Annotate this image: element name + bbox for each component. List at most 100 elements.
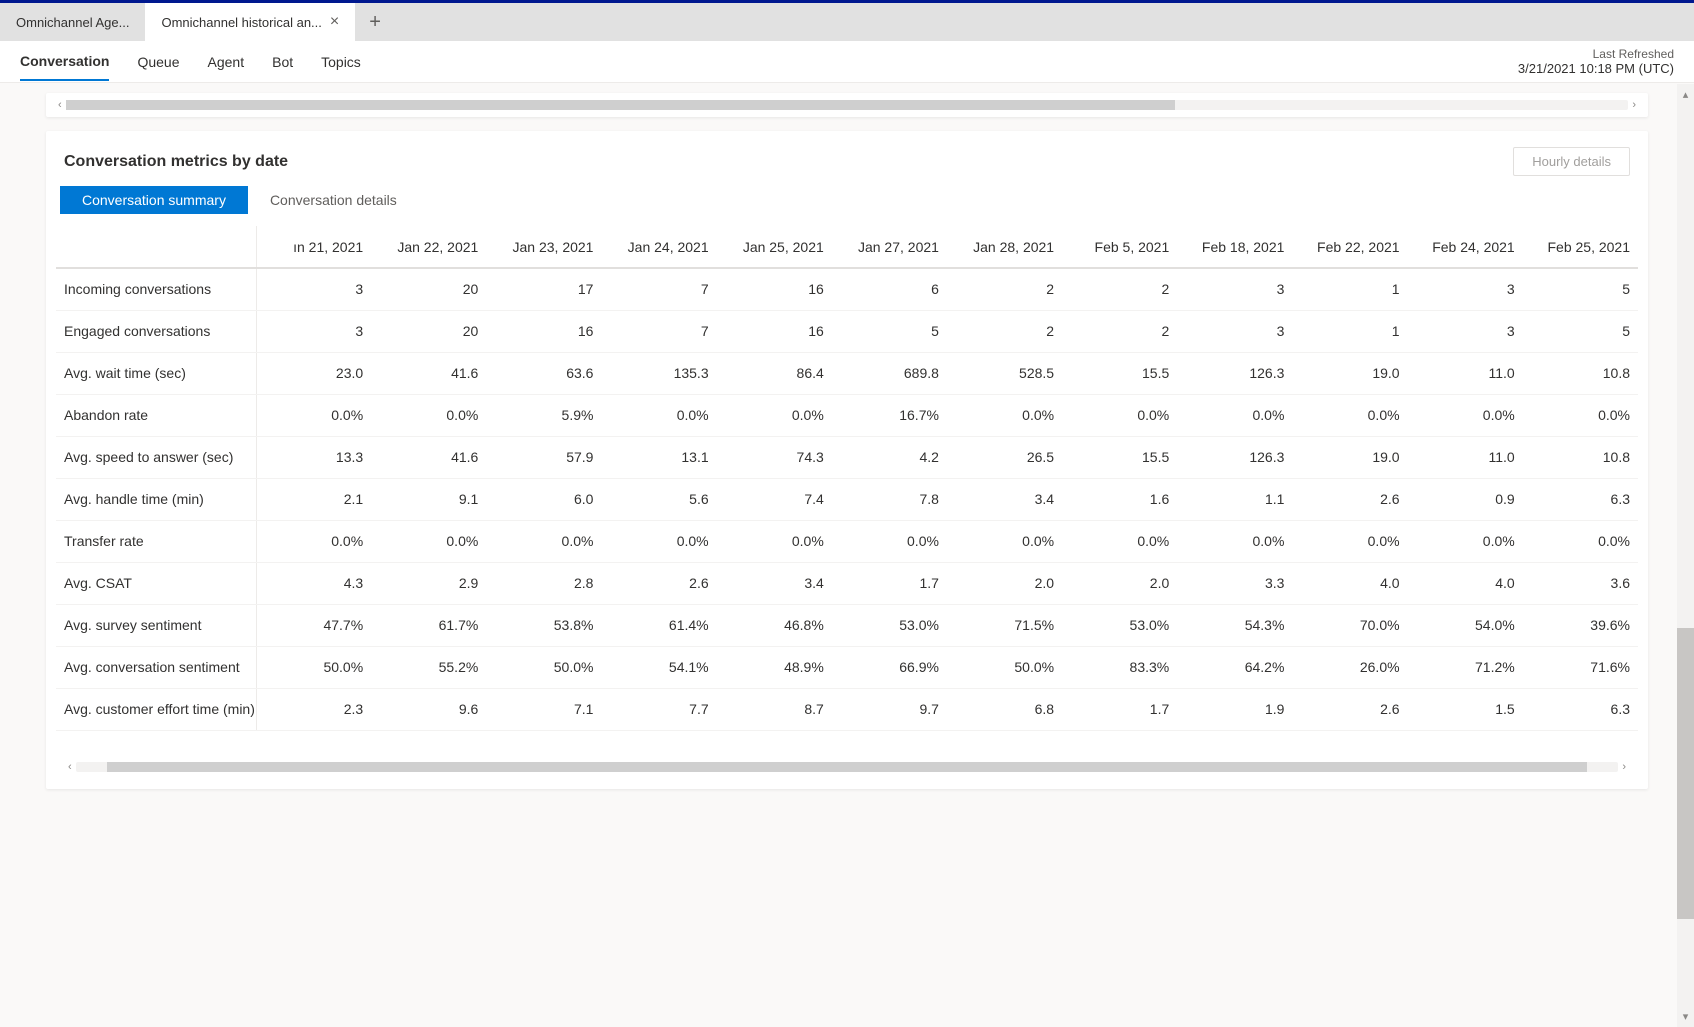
data-cell: 4.0 bbox=[1292, 562, 1407, 604]
column-header[interactable]: Jan 22, 2021 bbox=[371, 226, 486, 268]
data-cell: 70.0% bbox=[1292, 604, 1407, 646]
data-cell: 0.0% bbox=[947, 520, 1062, 562]
data-cell: 2 bbox=[947, 310, 1062, 352]
scrollbar-thumb[interactable] bbox=[66, 100, 1175, 110]
row-label: Avg. CSAT bbox=[56, 562, 256, 604]
table-row: Avg. survey sentiment47.7%61.7%53.8%61.4… bbox=[56, 604, 1638, 646]
data-cell: 55.2% bbox=[371, 646, 486, 688]
data-cell: 54.3% bbox=[1177, 604, 1292, 646]
column-header[interactable]: Jan 27, 2021 bbox=[832, 226, 947, 268]
data-cell: 1.7 bbox=[1062, 688, 1177, 730]
nav-item-conversation[interactable]: Conversation bbox=[20, 43, 109, 81]
scroll-right-arrow-icon[interactable]: › bbox=[1628, 99, 1640, 111]
data-cell: 0.0% bbox=[1523, 520, 1638, 562]
column-header[interactable]: Feb 5, 2021 bbox=[1062, 226, 1177, 268]
card-header: Conversation metrics by date Hourly deta… bbox=[56, 147, 1638, 176]
nav-item-agent[interactable]: Agent bbox=[208, 44, 245, 80]
vertical-scrollbar-track[interactable] bbox=[1677, 101, 1694, 1010]
row-label: Avg. wait time (sec) bbox=[56, 352, 256, 394]
data-cell: 6.3 bbox=[1523, 478, 1638, 520]
data-cell: 41.6 bbox=[371, 352, 486, 394]
data-cell: 2.9 bbox=[371, 562, 486, 604]
scroll-left-arrow-icon[interactable]: ‹ bbox=[64, 761, 76, 773]
data-cell: 6.8 bbox=[947, 688, 1062, 730]
browser-tab-label: Omnichannel historical an... bbox=[161, 15, 321, 30]
data-cell: 0.0% bbox=[601, 520, 716, 562]
data-cell: 1.6 bbox=[1062, 478, 1177, 520]
new-tab-button[interactable]: + bbox=[355, 11, 395, 34]
column-header[interactable]: ın 21, 2021 bbox=[256, 226, 371, 268]
data-cell: 7 bbox=[601, 310, 716, 352]
column-header[interactable]: Jan 24, 2021 bbox=[601, 226, 716, 268]
column-header[interactable]: Feb 25, 2021 bbox=[1523, 226, 1638, 268]
table-row: Avg. wait time (sec)23.041.663.6135.386.… bbox=[56, 352, 1638, 394]
column-header[interactable]: Feb 18, 2021 bbox=[1177, 226, 1292, 268]
data-cell: 47.7% bbox=[256, 604, 371, 646]
table-body: Incoming conversations320177166223135Eng… bbox=[56, 268, 1638, 730]
scroll-down-arrow-icon[interactable]: ▾ bbox=[1683, 1010, 1689, 1023]
data-cell: 0.0% bbox=[1292, 394, 1407, 436]
data-cell: 2.6 bbox=[1292, 478, 1407, 520]
metrics-card: Conversation metrics by date Hourly deta… bbox=[46, 131, 1648, 789]
scrollbar-thumb[interactable] bbox=[1677, 628, 1694, 919]
data-cell: 0.0% bbox=[947, 394, 1062, 436]
data-cell: 0.0% bbox=[1062, 520, 1177, 562]
column-header[interactable]: Jan 25, 2021 bbox=[717, 226, 832, 268]
column-header[interactable]: Feb 24, 2021 bbox=[1408, 226, 1523, 268]
data-cell: 20 bbox=[371, 310, 486, 352]
data-cell: 2.1 bbox=[256, 478, 371, 520]
tab-conversation-details[interactable]: Conversation details bbox=[248, 186, 419, 214]
data-cell: 0.0% bbox=[717, 394, 832, 436]
last-refreshed-value: 3/21/2021 10:18 PM (UTC) bbox=[1518, 61, 1674, 76]
nav-item-bot[interactable]: Bot bbox=[272, 44, 293, 80]
hourly-details-button[interactable]: Hourly details bbox=[1513, 147, 1630, 176]
data-cell: 50.0% bbox=[486, 646, 601, 688]
horizontal-scrollbar-track[interactable] bbox=[66, 100, 1629, 110]
table-row: Avg. handle time (min)2.19.16.05.67.47.8… bbox=[56, 478, 1638, 520]
horizontal-scrollbar-track[interactable] bbox=[76, 762, 1619, 772]
nav-item-queue[interactable]: Queue bbox=[137, 44, 179, 80]
data-cell: 71.6% bbox=[1523, 646, 1638, 688]
data-cell: 2 bbox=[947, 268, 1062, 310]
data-cell: 13.3 bbox=[256, 436, 371, 478]
table-row: Avg. CSAT4.32.92.82.63.41.72.02.03.34.04… bbox=[56, 562, 1638, 604]
column-header[interactable]: Feb 22, 2021 bbox=[1292, 226, 1407, 268]
data-cell: 3.3 bbox=[1177, 562, 1292, 604]
data-cell: 53.8% bbox=[486, 604, 601, 646]
data-cell: 20 bbox=[371, 268, 486, 310]
data-cell: 2.8 bbox=[486, 562, 601, 604]
data-cell: 3 bbox=[1408, 310, 1523, 352]
data-cell: 2.0 bbox=[1062, 562, 1177, 604]
data-cell: 0.0% bbox=[1292, 520, 1407, 562]
data-cell: 1.7 bbox=[832, 562, 947, 604]
data-cell: 39.6% bbox=[1523, 604, 1638, 646]
column-header[interactable]: Jan 23, 2021 bbox=[486, 226, 601, 268]
data-cell: 53.0% bbox=[832, 604, 947, 646]
nav-item-topics[interactable]: Topics bbox=[321, 44, 361, 80]
browser-tab-0[interactable]: Omnichannel Age... bbox=[0, 3, 145, 41]
data-cell: 0.0% bbox=[1408, 394, 1523, 436]
tab-conversation-summary[interactable]: Conversation summary bbox=[60, 186, 248, 214]
scroll-right-arrow-icon[interactable]: › bbox=[1618, 761, 1630, 773]
data-cell: 5.6 bbox=[601, 478, 716, 520]
data-cell: 17 bbox=[486, 268, 601, 310]
close-icon[interactable]: × bbox=[330, 14, 339, 30]
data-cell: 71.5% bbox=[947, 604, 1062, 646]
data-cell: 16.7% bbox=[832, 394, 947, 436]
data-cell: 13.1 bbox=[601, 436, 716, 478]
data-cell: 2.3 bbox=[256, 688, 371, 730]
scroll-up-arrow-icon[interactable]: ▴ bbox=[1683, 88, 1689, 101]
browser-tab-1[interactable]: Omnichannel historical an... × bbox=[145, 3, 355, 41]
data-cell: 53.0% bbox=[1062, 604, 1177, 646]
column-header[interactable]: Jan 28, 2021 bbox=[947, 226, 1062, 268]
data-cell: 10.8 bbox=[1523, 352, 1638, 394]
data-cell: 5 bbox=[1523, 310, 1638, 352]
inner-tabs: Conversation summary Conversation detail… bbox=[56, 186, 1638, 214]
scroll-left-arrow-icon[interactable]: ‹ bbox=[54, 99, 66, 111]
data-cell: 4.3 bbox=[256, 562, 371, 604]
page-vertical-scrollbar[interactable]: ▴ ▾ bbox=[1677, 84, 1694, 1027]
data-cell: 5 bbox=[1523, 268, 1638, 310]
data-cell: 48.9% bbox=[717, 646, 832, 688]
scrollbar-thumb[interactable] bbox=[107, 762, 1588, 772]
data-cell: 11.0 bbox=[1408, 352, 1523, 394]
